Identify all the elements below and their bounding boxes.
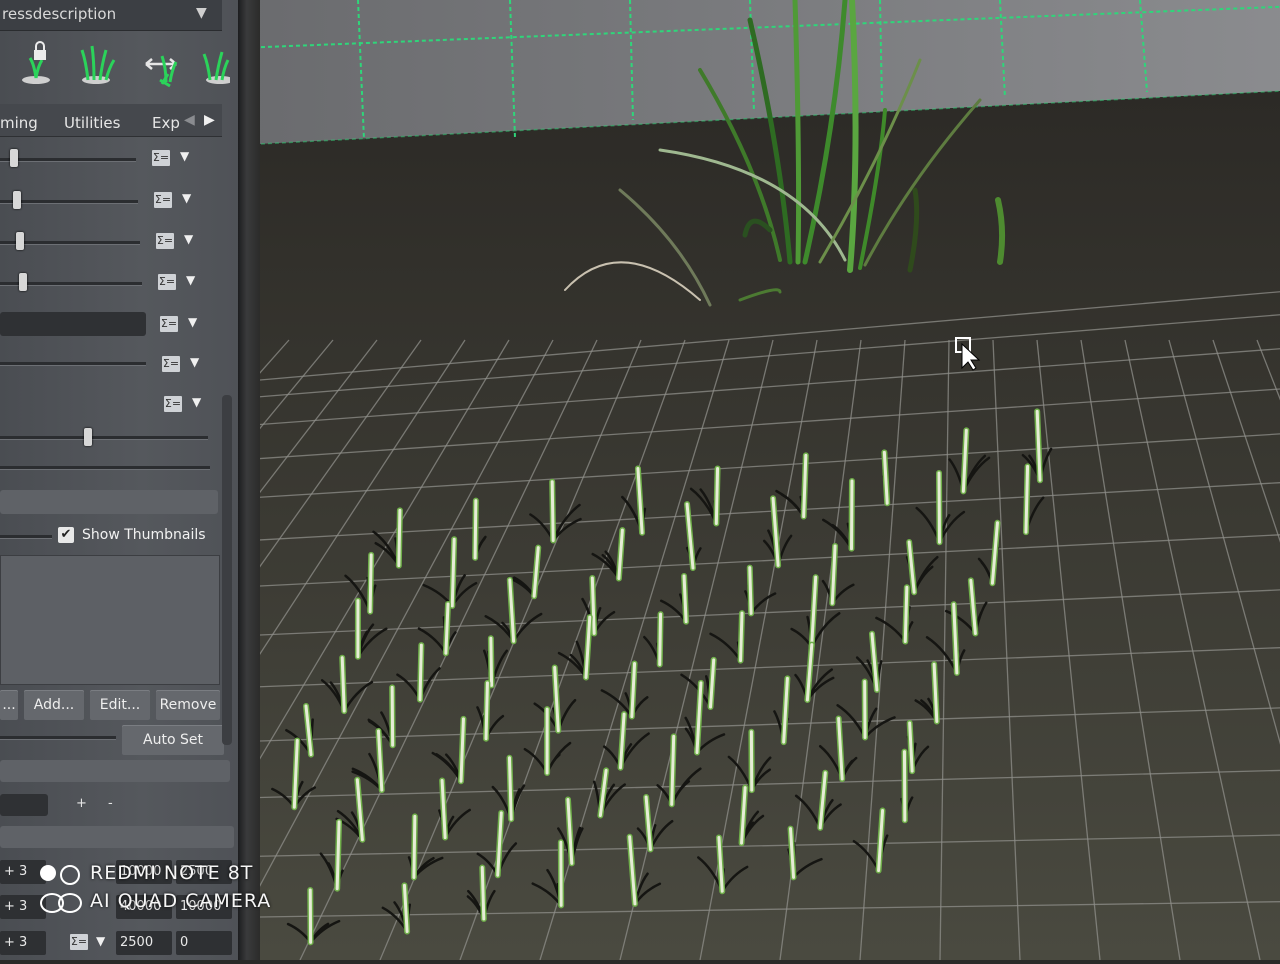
triangle-down-icon[interactable]: ▼ [192,395,201,409]
slider-handle[interactable] [10,149,18,167]
value-field[interactable]: 2500 [116,931,172,955]
expression-icon[interactable]: Σ= [162,356,180,372]
map-field[interactable] [0,312,146,336]
slider-track[interactable] [0,466,210,470]
expression-icon[interactable]: Σ= [164,396,182,412]
expression-icon[interactable]: Σ= [158,274,176,290]
attribute-slider-row: Σ= ▼ [0,146,222,174]
triangle-down-icon[interactable]: ▼ [186,273,195,287]
attribute-slider-row: Σ= ▼ [0,188,222,216]
expression-icon[interactable]: Σ= [70,934,88,950]
show-thumbnails-label: Show Thumbnails [82,527,206,543]
triangle-down-icon[interactable]: ▼ [196,5,207,21]
spin-field[interactable]: + 3 [0,931,46,955]
slider-handle[interactable] [84,428,92,446]
triangle-down-icon[interactable]: ▼ [184,232,193,246]
value-field[interactable]: 0 [176,931,232,955]
3d-viewport[interactable] [0,0,1280,961]
section-header[interactable] [0,826,234,848]
attribute-slider-row: Σ= ▼ [0,270,222,298]
triangle-down-icon[interactable]: ▼ [180,149,189,163]
section-header[interactable] [0,760,230,782]
value-field[interactable] [0,794,48,816]
tab-grooming[interactable]: ming [0,114,38,132]
slider-handle[interactable] [13,191,21,209]
tab-utilities[interactable]: Utilities [64,114,120,132]
slider-handle[interactable] [19,273,27,291]
auto-set-button[interactable]: Auto Set [122,725,224,755]
tab-export[interactable]: Exp [152,114,180,132]
grass-tuft-icon[interactable] [76,40,120,92]
camera-lens-icon [40,891,82,913]
show-thumbnails-checkbox[interactable]: ✔ [58,527,74,543]
slider-track[interactable] [0,158,136,162]
triangle-down-icon[interactable]: ▼ [190,355,199,369]
slider-track[interactable] [0,436,208,440]
grass-transform-icon[interactable] [140,40,184,92]
slider-handle[interactable] [16,232,24,250]
plus-button[interactable]: + [76,796,87,811]
expression-icon[interactable]: Σ= [154,192,172,208]
panel-tab-bar: ming Utilities Exp ◀ ▶ [0,104,222,137]
grass-partial-icon[interactable] [200,40,234,92]
grass-lock-icon[interactable] [16,40,60,92]
tab-scroll-right-icon[interactable]: ▶ [204,112,215,128]
expression-icon[interactable]: Σ= [152,150,170,166]
tab-scroll-left-icon[interactable]: ◀ [184,112,195,128]
more-button[interactable]: ... [0,690,18,720]
panel-scrollbar[interactable] [222,395,232,745]
attribute-editor-panel: ressdescription ▼ ming Utilities Exp ◀ ▶… [0,0,238,960]
slider-track[interactable] [0,535,52,539]
slider-track[interactable] [0,362,146,366]
expression-icon[interactable]: Σ= [160,316,178,332]
add-button[interactable]: Add... [24,690,84,720]
attribute-slider-row: Σ= ▼ [0,229,222,257]
camera-dots-icon [40,862,82,885]
triangle-down-icon[interactable]: ▼ [182,191,191,205]
section-header[interactable] [0,490,218,514]
edit-button[interactable]: Edit... [90,690,150,720]
description-name: ressdescription [2,5,117,23]
panel-splitter[interactable] [238,0,260,960]
slider-track[interactable] [0,736,116,740]
triangle-down-icon[interactable]: ▼ [96,934,105,948]
camera-watermark: REDMI NOTE 8T AI QUAD CAMERA [40,862,272,913]
watermark-camera: AI QUAD CAMERA [90,890,272,912]
remove-button[interactable]: Remove [156,690,220,720]
triangle-down-icon[interactable]: ▼ [188,315,197,329]
description-title-bar[interactable]: ressdescription ▼ [0,0,222,31]
thumbnail-list[interactable] [0,555,220,685]
expression-icon[interactable]: Σ= [156,233,174,249]
minus-button[interactable]: - [108,796,113,811]
watermark-device: REDMI NOTE 8T [90,862,254,884]
